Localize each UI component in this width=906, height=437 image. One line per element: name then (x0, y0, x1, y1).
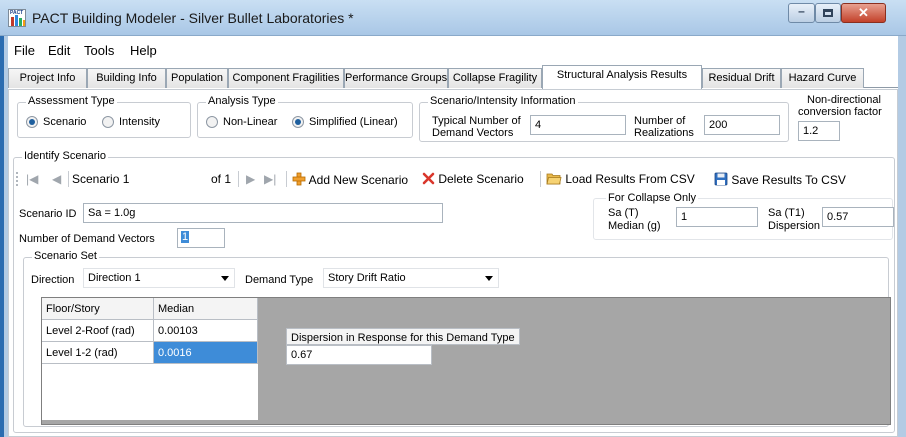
direction-label: Direction (31, 274, 75, 286)
window-right-border (898, 36, 906, 437)
delete-x-icon (422, 172, 435, 185)
collapse-only-title: For Collapse Only (606, 192, 699, 204)
assessment-type-title: Assessment Type (26, 95, 117, 107)
maximize-button[interactable] (815, 3, 841, 23)
minimize-button[interactable]: – (788, 3, 815, 23)
sa-dispersion-input[interactable]: 0.57 (822, 207, 894, 227)
typical-demand-vectors-label-1: Typical Number of (432, 115, 521, 127)
num-demand-vectors-value: 1 (181, 231, 190, 243)
tab-building-info[interactable]: Building Info (87, 68, 166, 88)
menu-edit[interactable]: Edit (48, 43, 70, 58)
title-bar: PACT PACT Building Modeler - Silver Bull… (0, 0, 906, 36)
dispersion-label: Dispersion in Response for this Demand T… (286, 328, 520, 345)
floppy-disk-icon (714, 172, 728, 186)
move-first-icon[interactable]: |◀ (26, 172, 38, 186)
move-next-icon[interactable]: ▶ (246, 172, 255, 186)
delete-scenario-button[interactable]: Delete Scenario (422, 172, 524, 186)
collapse-only-group: For Collapse Only Sa (T) Median (g) 1 Sa… (593, 192, 894, 240)
analysis-type-title: Analysis Type (206, 95, 278, 107)
menu-help[interactable]: Help (130, 43, 157, 58)
sa-dispersion-label-2: Dispersion (768, 220, 820, 232)
typical-demand-vectors-input[interactable]: 4 (530, 115, 626, 135)
radio-selected-icon (26, 116, 38, 128)
window-left-border (0, 36, 8, 437)
menu-file[interactable]: File (14, 43, 35, 58)
analysis-type-group: Analysis Type Non-Linear Simplified (Lin… (197, 95, 413, 138)
num-demand-vectors-label: Number of Demand Vectors (19, 233, 155, 245)
tab-population[interactable]: Population (166, 68, 228, 88)
radio-selected-icon (292, 116, 304, 128)
chevron-down-icon (485, 276, 493, 281)
scenario-count-label: of 1 (211, 172, 232, 186)
tab-hazard-curve[interactable]: Hazard Curve (781, 68, 864, 88)
radio-intensity[interactable]: Intensity (102, 116, 160, 128)
sa-median-label-2: Median (g) (608, 220, 661, 232)
realizations-label-2: Realizations (634, 127, 694, 139)
move-previous-icon[interactable]: ◀ (52, 172, 61, 186)
tab-collapse-fragility[interactable]: Collapse Fragility (448, 68, 542, 88)
tab-residual-drift[interactable]: Residual Drift (702, 68, 781, 88)
dispersion-input[interactable]: 0.67 (286, 345, 432, 365)
grid-row-0-floor-story[interactable]: Level 2-Roof (rad) (42, 320, 154, 342)
grid-row-1-floor-story[interactable]: Level 1-2 (rad) (42, 342, 154, 364)
num-demand-vectors-input[interactable]: 1 (177, 228, 225, 248)
move-last-icon[interactable]: ▶| (264, 172, 276, 186)
menu-bar: File Edit Tools Help (8, 36, 898, 64)
add-plus-icon (292, 172, 306, 186)
tab-content-panel: Assessment Type Scenario Intensity Analy… (8, 89, 898, 437)
scenario-set-title: Scenario Set (32, 250, 99, 262)
scenario-id-label: Scenario ID (19, 208, 77, 220)
demand-type-dropdown[interactable]: Story Drift Ratio (323, 268, 499, 288)
typical-demand-vectors-label-2: Demand Vectors (432, 127, 514, 139)
chevron-down-icon (221, 276, 229, 281)
grid-row-0-median[interactable]: 0.00103 (154, 320, 258, 342)
close-icon: ✕ (858, 5, 869, 20)
minimize-icon: – (798, 4, 805, 18)
realizations-label-1: Number of (634, 115, 686, 127)
sa-median-input[interactable]: 1 (676, 207, 758, 227)
sa-median-label-1: Sa (T) (608, 207, 639, 219)
scenario-intensity-info-group: Scenario/Intensity Information Typical N… (419, 95, 789, 142)
folder-open-icon (546, 173, 562, 185)
grid-header-median[interactable]: Median (154, 298, 258, 320)
window-title: PACT Building Modeler - Silver Bullet La… (32, 10, 354, 26)
demand-grid-panel: Floor/Story Median Level 2-Roof (rad) 0.… (41, 297, 891, 425)
tab-component-fragilities[interactable]: Component Fragilities (228, 68, 344, 88)
identify-scenario-title: Identify Scenario (22, 150, 108, 162)
sa-dispersion-label-1: Sa (T1) (768, 207, 805, 219)
radio-simplified-linear[interactable]: Simplified (Linear) (292, 116, 398, 128)
tab-structural-analysis-results[interactable]: Structural Analysis Results (542, 65, 702, 89)
grid-header-floor-story[interactable]: Floor/Story (42, 298, 154, 320)
radio-unselected-icon (206, 116, 218, 128)
radio-non-linear[interactable]: Non-Linear (206, 116, 277, 128)
close-button[interactable]: ✕ (841, 3, 886, 23)
menu-tools[interactable]: Tools (84, 43, 114, 58)
nondirectional-factor-input[interactable]: 1.2 (798, 121, 840, 141)
add-new-scenario-button[interactable]: Add New Scenario (292, 172, 408, 187)
scenario-toolstrip: |◀ ◀ Scenario 1 of 1 ▶ ▶| Add New Scenar… (12, 166, 894, 192)
radio-scenario[interactable]: Scenario (26, 116, 86, 128)
grid-empty-area (42, 364, 258, 420)
pact-app-icon: PACT (8, 9, 26, 27)
scenario-position-field[interactable]: Scenario 1 (72, 172, 129, 186)
grid-row-1-median[interactable]: 0.0016 (154, 342, 258, 364)
realizations-input[interactable]: 200 (704, 115, 780, 135)
assessment-type-group: Assessment Type Scenario Intensity (17, 95, 191, 138)
tab-strip: Project Info Building Info Population Co… (8, 64, 898, 89)
save-results-csv-button[interactable]: Save Results To CSV (714, 172, 846, 187)
scenario-id-input[interactable]: Sa = 1.0g (83, 203, 443, 223)
toolstrip-grip-icon (16, 172, 19, 186)
radio-unselected-icon (102, 116, 114, 128)
demand-type-label: Demand Type (245, 274, 314, 286)
direction-dropdown[interactable]: Direction 1 (83, 268, 235, 288)
nondirectional-label-1: Non-directional (807, 94, 881, 106)
load-results-csv-button[interactable]: Load Results From CSV (546, 172, 695, 186)
tab-project-info[interactable]: Project Info (8, 68, 87, 88)
nondirectional-label-2: conversion factor (798, 106, 882, 118)
maximize-icon (823, 9, 833, 17)
tab-performance-groups[interactable]: Performance Groups (344, 68, 448, 88)
scenario-info-title: Scenario/Intensity Information (428, 95, 578, 107)
